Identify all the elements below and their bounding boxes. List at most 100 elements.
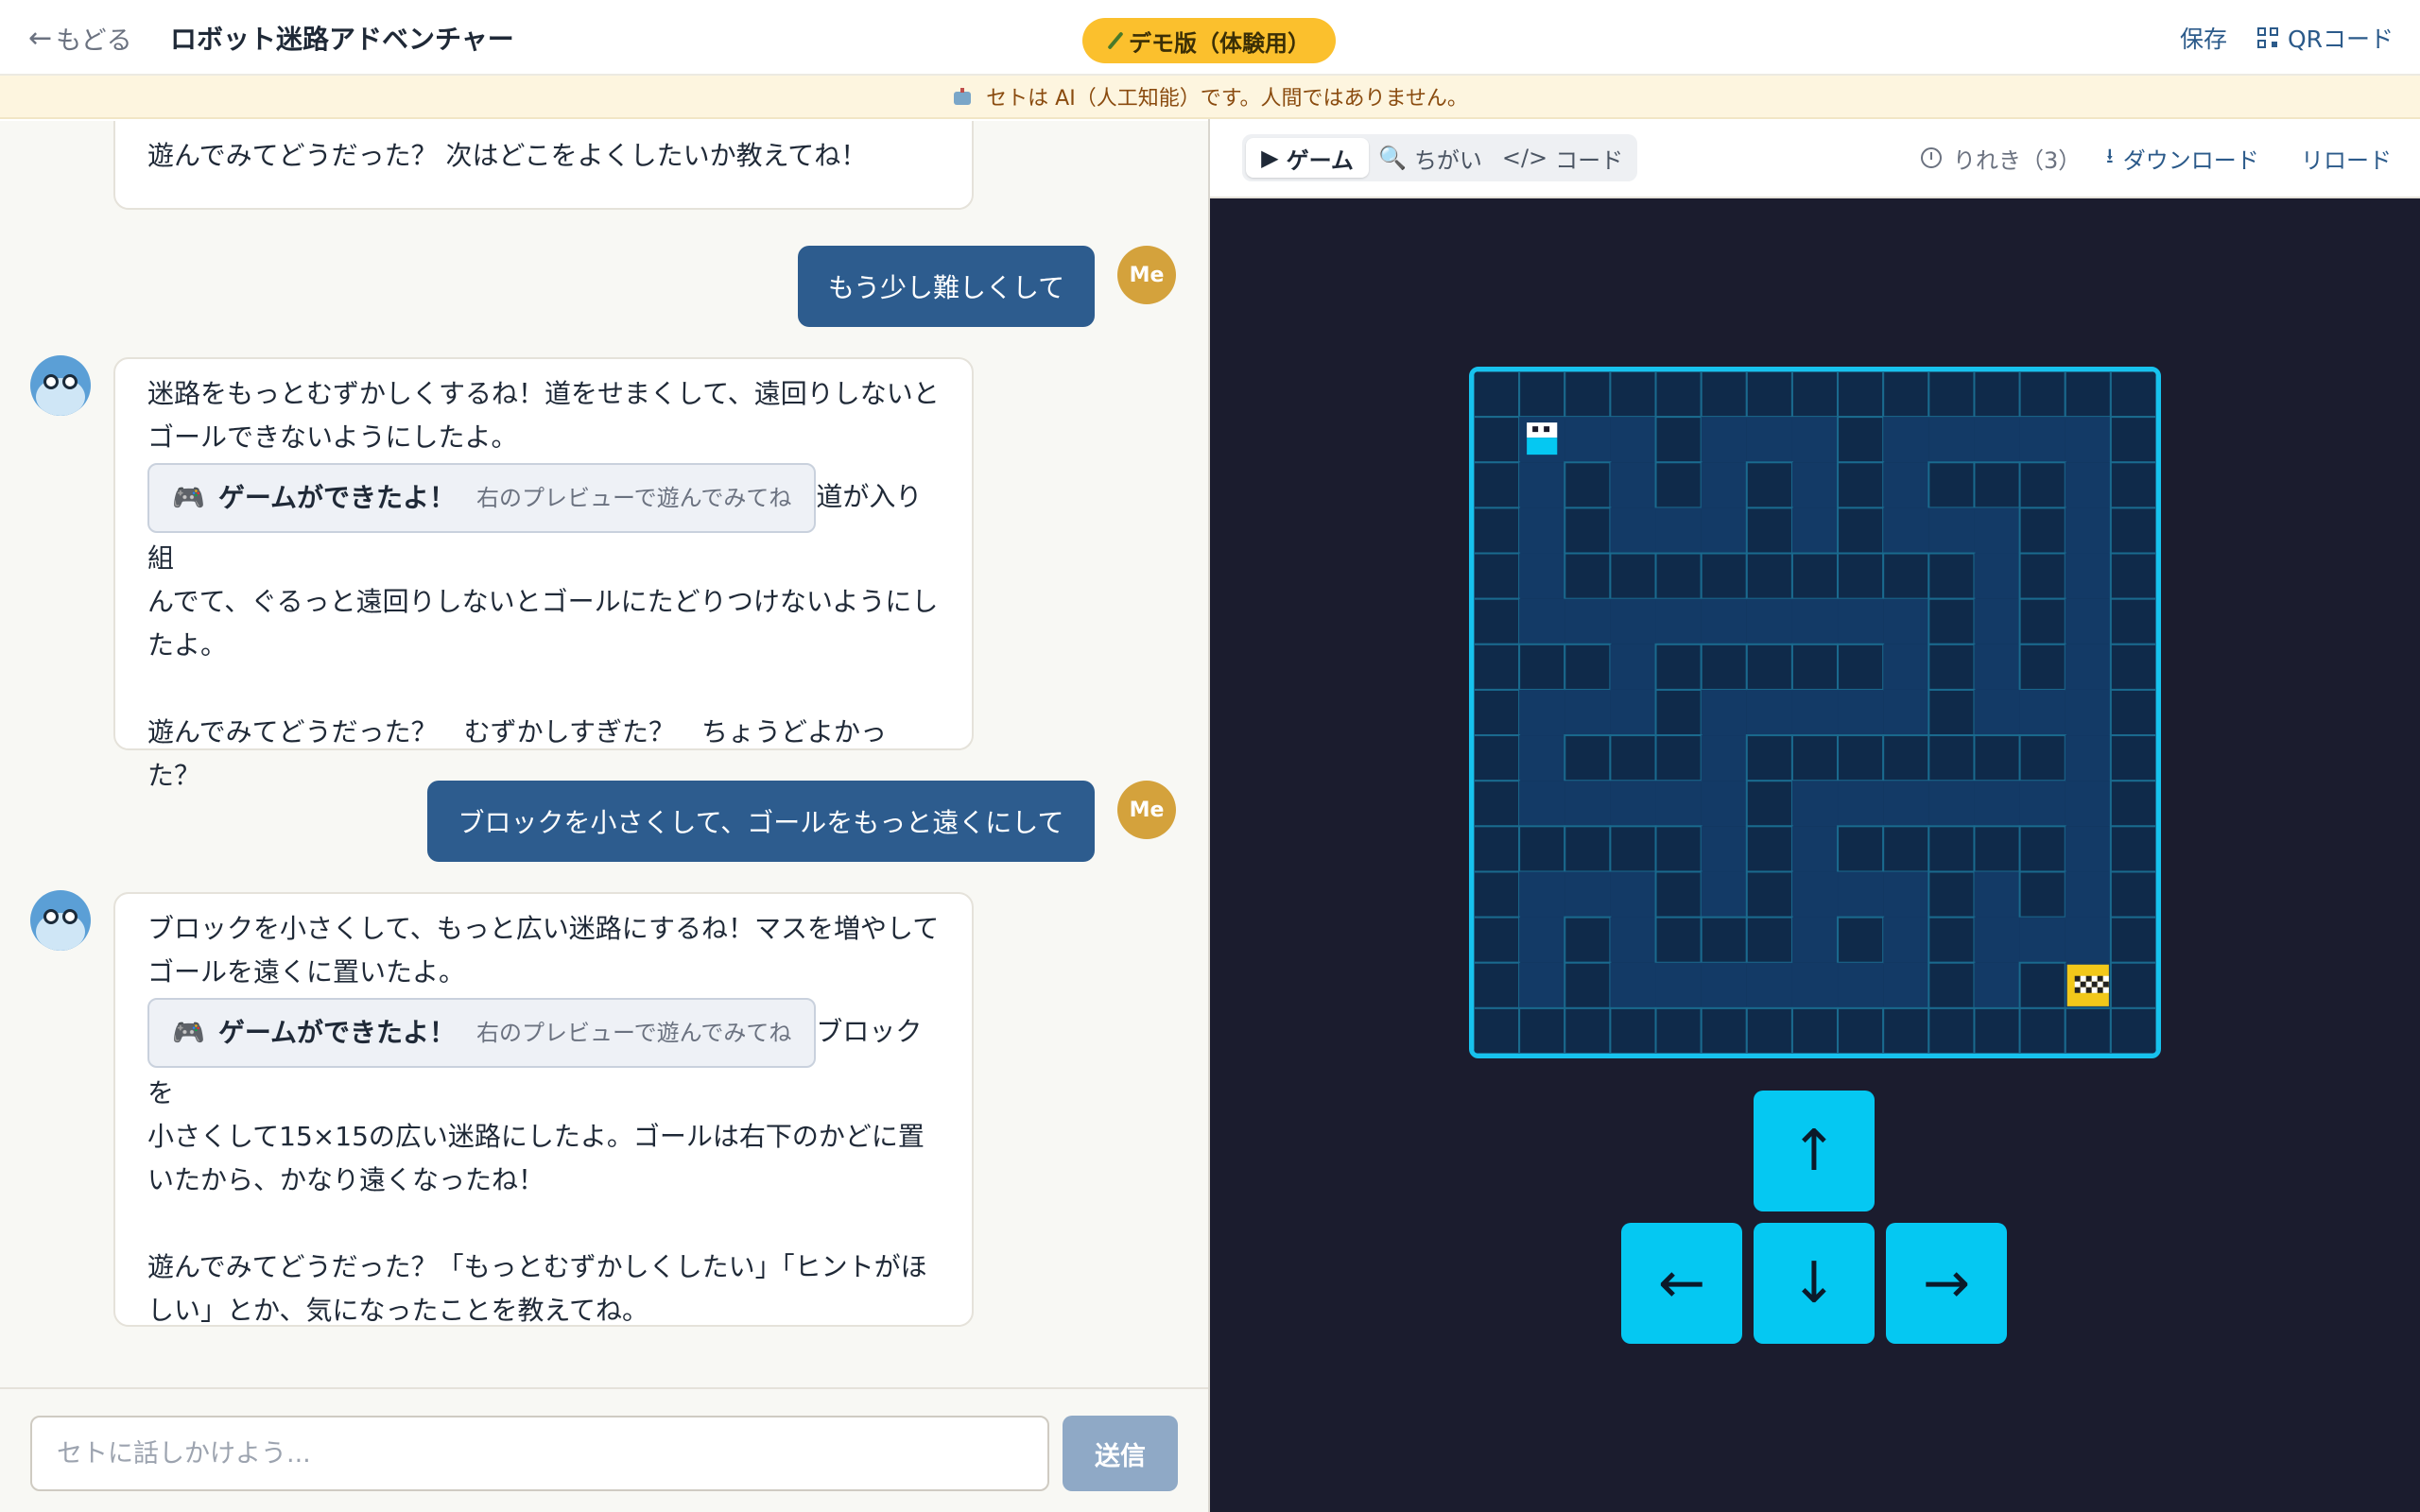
maze-wall-cell [1654, 825, 1703, 873]
maze-wall-cell [2018, 961, 2066, 1009]
game-ready-chip[interactable]: 🎮 ゲームができたよ！ 右のプレビューで遊んでみてね [147, 463, 817, 533]
move-left-button[interactable]: ← [1621, 1223, 1742, 1344]
move-up-button[interactable]: ↑ [1754, 1091, 1875, 1211]
maze-wall-cell [2109, 507, 2156, 555]
ai-message-text: んでて、ぐるっと遠回りしないとゴールにたどりつけないようにし [147, 586, 939, 617]
move-down-button[interactable]: ↓ [1754, 1223, 1875, 1344]
maze-path-cell [1519, 553, 1565, 599]
download-icon: ⭳ [2106, 145, 2114, 168]
maze-path-cell [1519, 462, 1565, 508]
maze-wall-cell [2109, 461, 2156, 509]
maze-wall-cell [1790, 734, 1840, 782]
maze-wall-cell [1518, 1006, 1566, 1054]
maze-path-cell [1610, 917, 1656, 963]
maze-wall-cell [1654, 643, 1703, 691]
maze-wall-cell [2018, 461, 2066, 509]
maze-wall-cell [1973, 461, 2021, 509]
maze-wall-cell [1654, 916, 1703, 964]
maze-wall-cell [2109, 643, 2156, 691]
code-icon: </> [1501, 145, 1548, 171]
maze-wall-cell [1474, 688, 1521, 737]
maze-wall-cell [1882, 825, 1930, 873]
maze-wall-cell [1564, 371, 1612, 419]
maze-path-cell [1791, 598, 1839, 644]
maze-path-cell [1974, 689, 2020, 736]
ai-message: ブロックを小さくして、もっと広い迷路にするね！マスを増やしてゴールを遠くに置いた… [113, 892, 974, 1327]
download-button[interactable]: ⭳ ダウンロード [2106, 134, 2259, 181]
maze-wall-cell [2109, 688, 2156, 737]
move-right-button[interactable]: → [1886, 1223, 2007, 1344]
save-button[interactable]: 保存 [2180, 19, 2227, 57]
maze-wall-cell [1927, 552, 1976, 600]
maze-wall-cell [1837, 734, 1885, 782]
maze-path-cell [1655, 598, 1702, 644]
maze-wall-cell [1654, 416, 1703, 464]
maze-path-cell [2065, 781, 2111, 827]
maze-path-cell [1701, 962, 1747, 1008]
maze-wall-cell [1474, 597, 1521, 645]
tab-game[interactable]: ▶ ゲーム [1246, 138, 1369, 178]
reload-button[interactable]: リロード [2301, 134, 2392, 181]
maze-wall-cell [1927, 961, 1976, 1009]
qr-code-button[interactable]: QRコード [2257, 19, 2394, 57]
maze-wall-cell [1654, 870, 1703, 919]
maze-wall-cell [1564, 552, 1612, 600]
maze-wall-cell [2018, 825, 2066, 873]
tab-code[interactable]: </> コード [1492, 138, 1634, 178]
maze-path-cell [1974, 553, 2020, 599]
maze-wall-cell [1564, 961, 1612, 1009]
send-button[interactable]: 送信 [1063, 1416, 1178, 1491]
ai-message-text: 小さくして15×15の広い迷路にしたよ。ゴールは右下のかどに置 [147, 1121, 925, 1152]
demo-badge-label: デモ版（体験用） [1129, 29, 1310, 57]
maze-path-cell [1564, 417, 1611, 463]
maze-path-cell [2065, 507, 2111, 554]
maze-path-cell [1746, 689, 1792, 736]
history-button[interactable]: りれき（3） [1921, 134, 2081, 181]
maze-wall-cell [1474, 825, 1521, 873]
maze-grid [1474, 371, 2156, 1054]
maze-wall-cell [2018, 597, 2066, 645]
maze-path-cell [1883, 689, 1929, 736]
maze-path-cell [1838, 689, 1884, 736]
qr-code-icon [2257, 27, 2278, 48]
maze-path-cell [1883, 462, 1929, 508]
maze-wall-cell [1837, 825, 1885, 873]
ai-notice-text: セトは AI（人工知能）です。人間ではありません。 [986, 87, 1468, 111]
maze-wall-cell [1700, 643, 1748, 691]
maze-path-cell [1701, 417, 1747, 463]
maze-wall-cell [2109, 870, 2156, 919]
maze-wall-cell [2018, 371, 2066, 419]
game-stage: ↑ ← ↓ → [1210, 198, 2420, 1512]
maze-path-cell [1791, 417, 1839, 463]
maze-wall-cell [2109, 1006, 2156, 1054]
maze-path-cell [1838, 781, 1884, 827]
maze-wall-cell [2109, 916, 2156, 964]
maze-path-cell [1564, 871, 1611, 918]
maze-path-cell [1701, 689, 1747, 736]
maze-board[interactable] [1469, 367, 2161, 1058]
maze-path-cell [2019, 689, 2066, 736]
maze-path-cell [1974, 644, 2020, 690]
maze-wall-cell [1474, 507, 1521, 555]
maze-wall-cell [2109, 371, 2156, 419]
chat-panel[interactable]: 遊んでみてどうだった？ 次はどこをよくしたいか教えてね！ もう少し難しくして M… [0, 121, 1208, 1387]
maze-wall-cell [1654, 371, 1703, 419]
maze-wall-cell [2018, 507, 2066, 555]
ai-notice-banner: セトは AI（人工知能）です。人間ではありません。 [0, 76, 2420, 119]
maze-path-cell [2065, 871, 2111, 918]
message-input[interactable] [30, 1416, 1049, 1491]
play-icon: ▶ [1261, 145, 1279, 171]
tab-diff[interactable]: 🔍 ちがい [1373, 138, 1488, 178]
back-button[interactable]: ← もどる [28, 19, 132, 57]
maze-path-cell [2065, 689, 2111, 736]
maze-wall-cell [1927, 825, 1976, 873]
game-chip-title: ゲームができたよ！ [217, 482, 457, 513]
maze-wall-cell [1927, 461, 1976, 509]
game-ready-chip[interactable]: 🎮 ゲームができたよ！ 右のプレビューで遊んでみてね [147, 998, 817, 1068]
maze-path-cell [1655, 962, 1702, 1008]
tab-game-label: ゲーム [1286, 146, 1354, 174]
maze-path-cell [1610, 689, 1656, 736]
maze-path-cell [1883, 962, 1929, 1008]
maze-wall-cell [1790, 552, 1840, 600]
maze-wall-cell [1882, 371, 1930, 419]
